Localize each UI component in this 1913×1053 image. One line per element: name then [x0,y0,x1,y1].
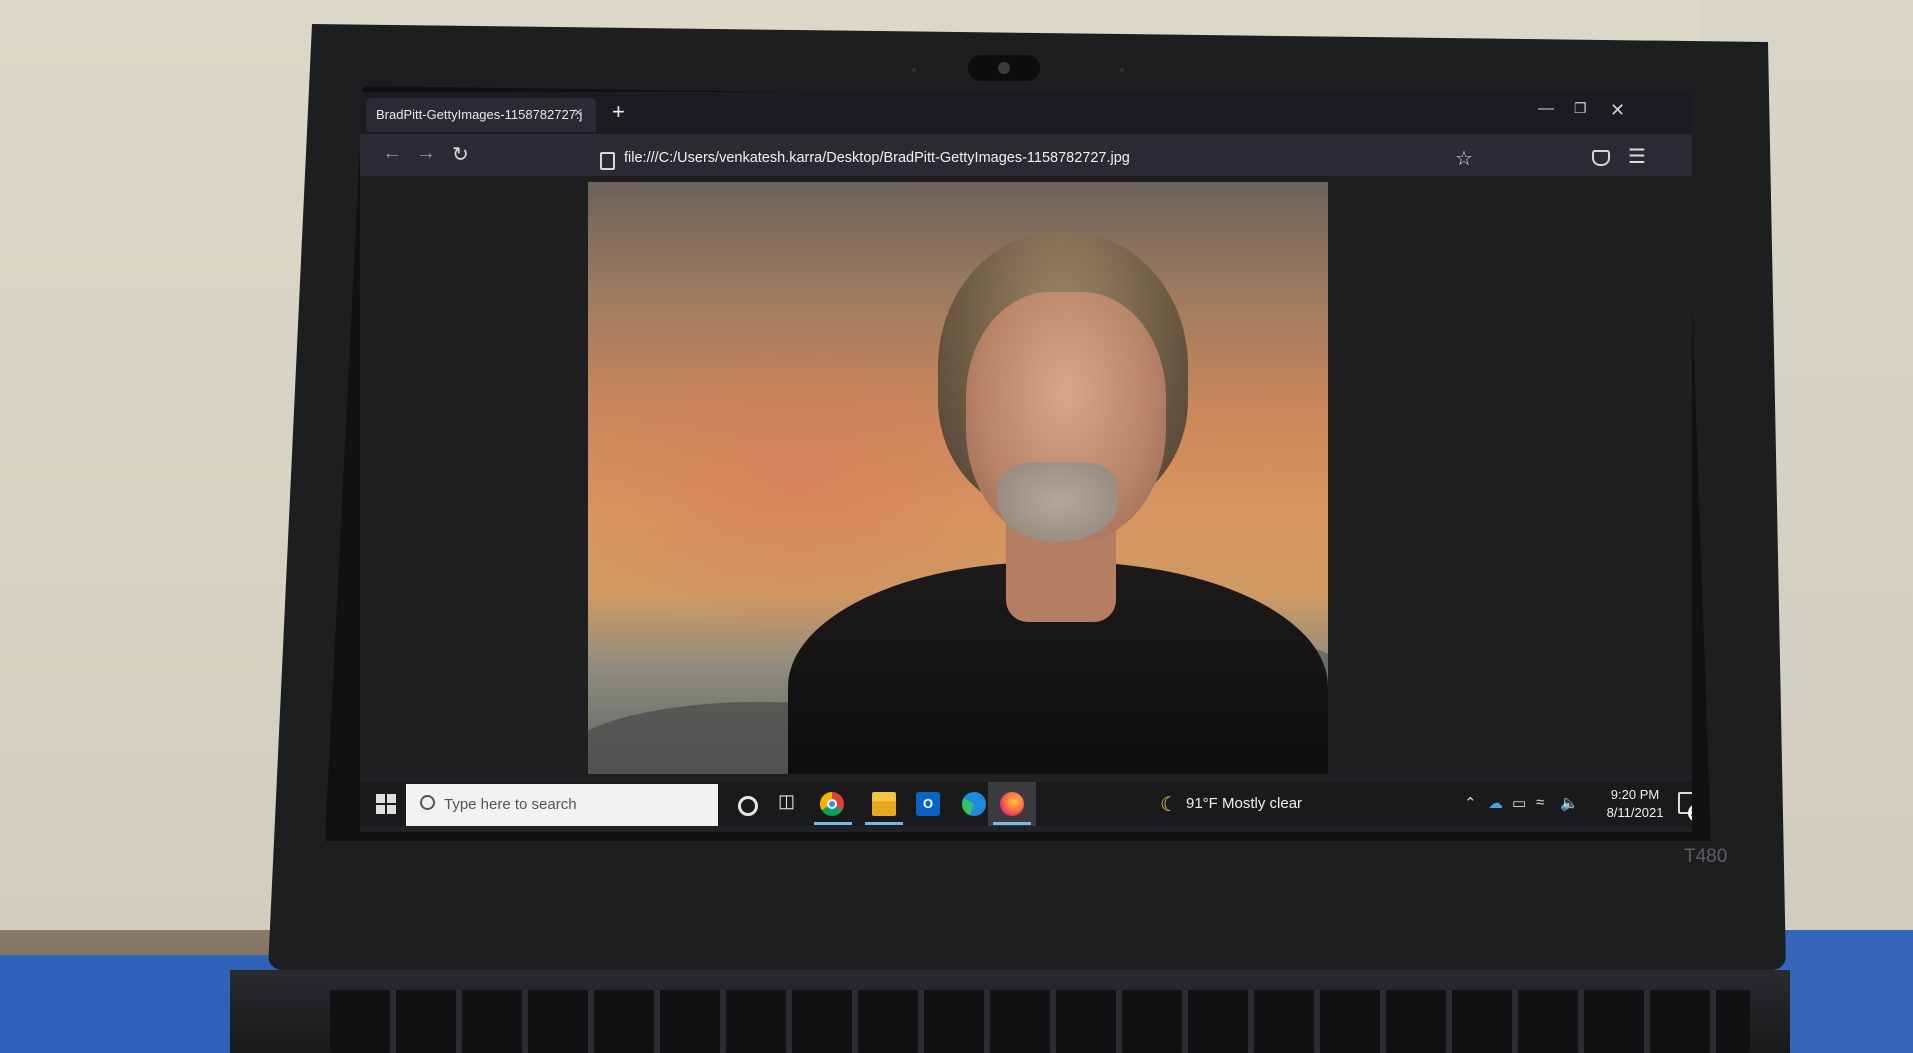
firefox-icon[interactable] [1000,792,1024,816]
pocket-icon[interactable] [1592,150,1610,166]
volume-icon[interactable]: 🔈 [1560,794,1579,812]
laptop-screen: BradPitt-GettyImages-1158782727.j × + — … [360,92,1692,832]
beard [998,462,1118,542]
browser-tab[interactable]: BradPitt-GettyImages-1158782727.j [366,98,596,132]
file-explorer-icon[interactable] [872,792,896,816]
new-tab-button[interactable]: + [612,100,625,124]
tab-title: BradPitt-GettyImages-1158782727.j [376,107,583,122]
laptop-model-label: T480 [1684,846,1728,867]
taskbar-search-box[interactable]: Type here to search [406,784,718,826]
sensor-dot [912,68,916,72]
battery-icon[interactable]: ▭ [1512,794,1526,812]
task-view-icon[interactable]: ◫ [778,791,802,815]
taskbar-clock[interactable]: 9:20 PM 8/11/2021 [1600,786,1670,822]
webcam-icon [968,55,1040,81]
cortana-icon[interactable] [738,796,758,816]
menu-icon[interactable]: ☰ [1628,144,1646,169]
show-hidden-icons-icon[interactable]: ⌃ [1464,794,1477,812]
moon-icon: ☾ [1160,794,1178,816]
weather-temp: 91°F [1186,795,1218,812]
file-icon [600,152,615,170]
portrait-photo [588,182,1328,774]
sensor-dot [1120,68,1124,72]
chrome-icon[interactable] [820,792,844,816]
forward-arrow-icon[interactable]: → [416,142,436,165]
reload-icon[interactable]: ↻ [452,142,469,167]
weather-widget[interactable]: 91°F Mostly clear [1186,795,1302,812]
windows-start-icon[interactable] [376,794,396,814]
back-arrow-icon[interactable]: ← [382,142,402,165]
clock-time: 9:20 PM [1610,787,1660,802]
browser-tab-bar: BradPitt-GettyImages-1158782727.j × + — … [360,92,1692,134]
active-indicator [814,822,852,825]
clock-date: 8/11/2021 [1606,805,1664,820]
minimize-icon[interactable]: — [1538,100,1554,118]
edge-icon[interactable] [962,792,986,816]
onedrive-icon[interactable]: ☁ [1488,794,1503,812]
keyboard-keys [330,990,1750,1053]
restore-icon[interactable]: ❐ [1574,100,1587,117]
search-icon [420,795,435,810]
address-bar[interactable]: file:///C:/Users/venkatesh.karra/Desktop… [624,150,1130,166]
weather-desc: Mostly clear [1222,795,1303,812]
outlook-icon[interactable]: O [916,792,940,816]
tab-close-icon[interactable]: × [574,105,582,119]
active-indicator [993,822,1031,825]
close-icon[interactable]: ✕ [1610,100,1625,121]
windows-taskbar: Type here to search ◫ O ☾ 91°F Mostly cl… [360,782,1692,826]
search-placeholder: Type here to search [444,796,577,813]
star-icon[interactable]: ☆ [1455,146,1473,171]
active-indicator [865,822,903,825]
wifi-icon[interactable]: ≈ [1536,794,1544,811]
